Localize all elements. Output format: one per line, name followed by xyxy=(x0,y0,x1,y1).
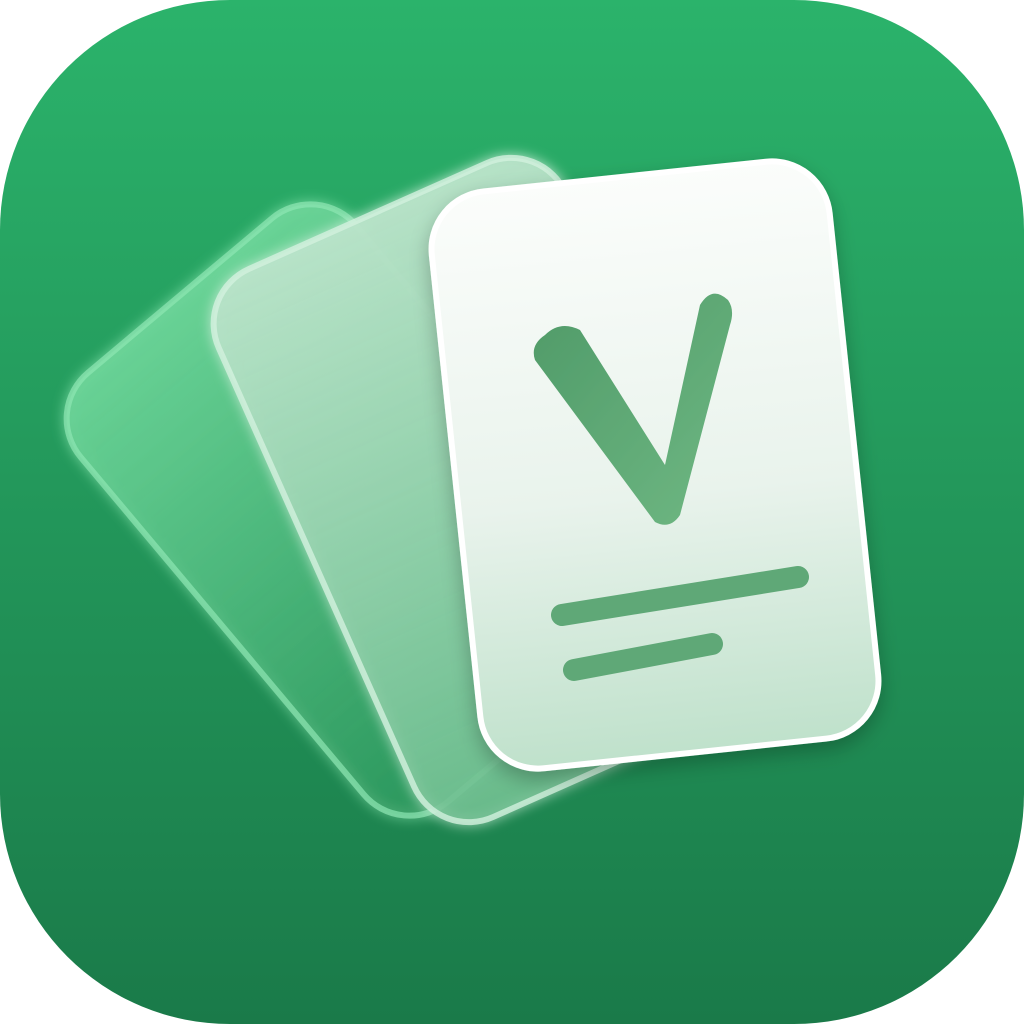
app-icon xyxy=(0,0,1024,1024)
front-card xyxy=(428,158,882,772)
